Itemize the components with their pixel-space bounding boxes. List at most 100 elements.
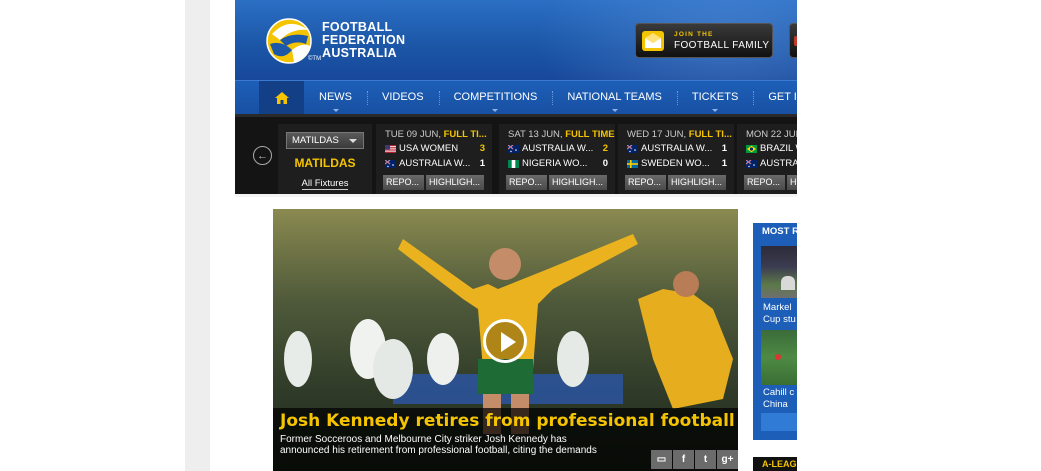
comment-icon[interactable]: ▭ <box>651 450 672 469</box>
fixture-highlights-button[interactable]: HIGHLIGH... <box>426 175 484 190</box>
most-read-panel: MOST R Markel Cup stu Cahill c China <box>753 223 797 440</box>
home-team-name: AUSTRALIA W... <box>641 143 713 154</box>
logo-line-1: FOOTBALL <box>322 19 393 34</box>
fixture-highlights-button[interactable]: H <box>787 175 797 190</box>
most-read-title: MOST R <box>762 226 797 237</box>
most-read-thumbnail-2[interactable] <box>761 330 797 385</box>
most-read-item-1[interactable]: Markel Cup stu <box>763 302 796 326</box>
site-container: FOOTBALL FEDERATION AUSTRALIA ©TM JOIN T… <box>235 0 797 471</box>
nav-item-tickets[interactable]: TICKETS <box>676 81 753 115</box>
caret-down-icon <box>332 109 339 112</box>
all-fixtures-link[interactable]: All Fixtures <box>278 178 372 190</box>
fixture-status: FULL TI... <box>688 129 732 140</box>
team-select-value: MATILDAS <box>292 135 339 146</box>
report-label: REPO... <box>628 177 662 187</box>
header-secondary-button[interactable] <box>789 23 797 58</box>
team-select[interactable]: MATILDAS <box>286 132 364 149</box>
most-read-item-1-line-2: Cup stu <box>763 314 796 325</box>
report-label: REPO... <box>747 177 781 187</box>
logo-line-2: FEDERATION <box>322 32 406 47</box>
fixture-away-row: AUSTRAL <box>746 158 797 171</box>
highlights-label: H <box>790 177 797 187</box>
most-read-thumbnail-1[interactable] <box>761 246 797 298</box>
fixtures-prev-button[interactable]: ← <box>253 146 272 165</box>
fixture-card[interactable]: TUE 09 JUN, FULL TI... USA WOMEN 3 AUSTRALI… <box>376 124 492 194</box>
fixture-home-row: AUSTRALIA W... 1 <box>627 143 731 156</box>
most-read-item-2-line-2: China <box>763 399 788 410</box>
home-team-name: AUSTRALIA W... <box>522 143 594 154</box>
most-read-item-2-line-1: Cahill c <box>763 387 795 398</box>
fixture-away-row: AUSTRALIA W... 1 <box>385 158 489 171</box>
fixture-away-row: SWEDEN WO... 1 <box>627 158 731 171</box>
fixture-home-row: AUSTRALIA W... 2 <box>508 143 612 156</box>
fixture-date: SAT 13 JUN, FULL TIME <box>508 129 615 140</box>
fixture-card[interactable]: SAT 13 JUN, FULL TIME AUSTRALIA W... 2 NIGE… <box>499 124 615 194</box>
nav-item-get-involved[interactable]: GET INVOLVED <box>753 81 797 115</box>
google-plus-icon[interactable]: g+ <box>717 450 738 469</box>
away-team-name: SWEDEN WO... <box>641 158 710 169</box>
home-team-name: USA WOMEN <box>399 143 459 154</box>
highlights-label: HIGHLIGH... <box>429 177 481 187</box>
nav-item-label: NATIONAL TEAMS <box>567 91 662 103</box>
home-score: 3 <box>479 143 485 154</box>
logo-wordmark: FOOTBALL FEDERATION AUSTRALIA <box>322 19 406 60</box>
nav-home[interactable] <box>259 81 304 115</box>
fixtures-team-name: MATILDAS <box>294 156 356 170</box>
page: FOOTBALL FEDERATION AUSTRALIA ©TM JOIN T… <box>0 0 1041 471</box>
caret-down-icon <box>712 109 719 112</box>
fixture-date-text: TUE 09 JUN, <box>385 129 441 140</box>
fixture-highlights-button[interactable]: HIGHLIGH... <box>549 175 607 190</box>
hero-video-card[interactable]: Josh Kennedy retires from professional f… <box>273 209 738 471</box>
fixture-highlights-button[interactable]: HIGHLIGH... <box>668 175 726 190</box>
arrow-left-icon: ← <box>257 149 268 162</box>
fixture-home-row: USA WOMEN 3 <box>385 143 489 156</box>
fixtures-team-panel: MATILDAS MATILDAS All Fixtures <box>278 124 372 194</box>
away-team-name: AUSTRAL <box>760 158 797 169</box>
home-icon <box>274 92 289 104</box>
fixture-report-button[interactable]: REPO... <box>383 175 424 190</box>
fixture-away-row: NIGERIA WO... 0 <box>508 158 612 171</box>
a-league-header: A-LEAGU <box>753 457 797 471</box>
away-team-name: AUSTRALIA W... <box>399 158 471 169</box>
join-label-top: JOIN THE <box>674 30 714 38</box>
nav-items: NEWS VIDEOS COMPETITIONS NATIONAL TEAMS TICK… <box>304 81 797 115</box>
report-label: REPO... <box>509 177 543 187</box>
caret-down-icon <box>492 109 499 112</box>
nav-item-label: COMPETITIONS <box>453 91 538 103</box>
nav-item-competitions[interactable]: COMPETITIONS <box>438 81 553 115</box>
caret-down-icon <box>611 109 618 112</box>
main-nav: NEWS VIDEOS COMPETITIONS NATIONAL TEAMS TICK… <box>235 80 797 115</box>
facebook-icon[interactable]: f <box>673 450 694 469</box>
most-read-item-2[interactable]: Cahill c China <box>763 387 794 411</box>
ffa-logo[interactable]: FOOTBALL FEDERATION AUSTRALIA ©TM <box>262 12 422 68</box>
play-video-button[interactable] <box>483 319 527 363</box>
shop-icon <box>794 36 797 46</box>
fixture-card[interactable]: WED 17 JUN, FULL TI... AUSTRALIA W... 1 SWE… <box>618 124 734 194</box>
hero-title[interactable]: Josh Kennedy retires from professional f… <box>280 411 735 431</box>
left-gutter <box>0 0 210 471</box>
fixture-report-button[interactable]: REPO... <box>506 175 547 190</box>
nav-item-videos[interactable]: VIDEOS <box>367 81 439 115</box>
join-football-family-button[interactable]: JOIN THE FOOTBALL FAMILY <box>635 23 773 58</box>
most-read-more-button[interactable] <box>761 413 797 431</box>
hero-caption: Josh Kennedy retires from professional f… <box>273 408 738 471</box>
site-header: FOOTBALL FEDERATION AUSTRALIA ©TM JOIN T… <box>235 0 797 80</box>
logo-line-3: AUSTRALIA <box>322 45 397 60</box>
all-fixtures-label: All Fixtures <box>301 178 349 190</box>
away-score: 1 <box>479 158 485 169</box>
hero-description: Former Socceroos and Melbourne City stri… <box>280 434 597 456</box>
nav-item-label: VIDEOS <box>382 91 424 103</box>
fixture-date-text: SAT 13 JUN, <box>508 129 563 140</box>
fixture-card[interactable]: MON 22 JUN BRAZIL W AUSTRAL REPO... H <box>737 124 797 194</box>
nav-item-news[interactable]: NEWS <box>304 81 367 115</box>
fixture-report-button[interactable]: REPO... <box>625 175 666 190</box>
share-bar: ▭ f t g+ <box>650 450 738 469</box>
twitter-icon[interactable]: t <box>695 450 716 469</box>
nav-item-label: GET INVOLVED <box>768 91 797 103</box>
fixture-date: WED 17 JUN, FULL TI... <box>627 129 732 140</box>
nav-item-national-teams[interactable]: NATIONAL TEAMS <box>552 81 677 115</box>
away-score: 1 <box>721 158 727 169</box>
fixture-report-button[interactable]: REPO... <box>744 175 785 190</box>
envelope-icon <box>642 30 664 51</box>
most-read-item-1-line-1: Markel <box>763 302 792 313</box>
